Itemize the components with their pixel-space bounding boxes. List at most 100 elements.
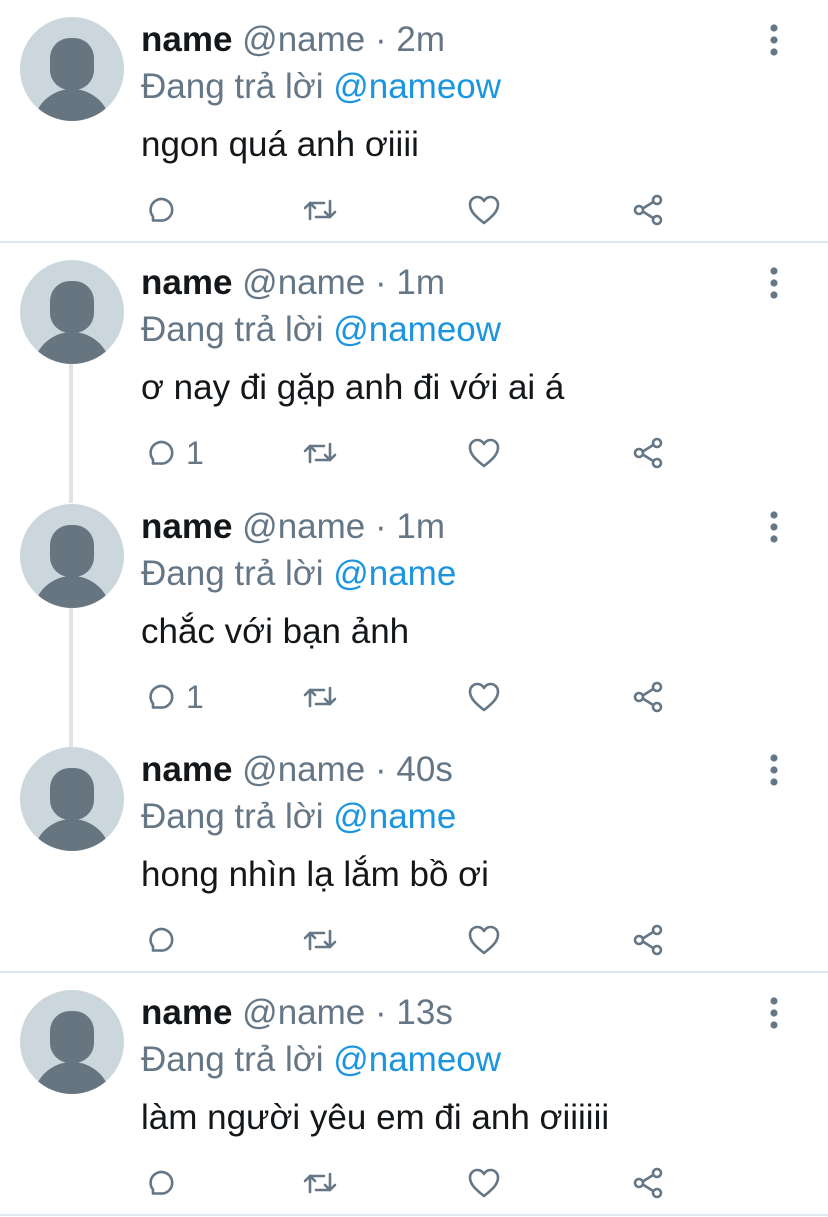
meta-separator: · (375, 20, 387, 59)
user-handle[interactable]: @name (242, 20, 365, 59)
replying-to: Đang trả lời @nameow (141, 308, 501, 352)
tweet-text: hong nhìn lạ lắm bồ ơi (141, 855, 489, 894)
reply-icon (149, 927, 174, 952)
retweet-icon (303, 1172, 337, 1194)
more-vertical-icon (770, 267, 778, 299)
user-handle[interactable]: @name (242, 263, 365, 302)
retweet-button[interactable] (300, 190, 340, 230)
default-avatar-icon (50, 768, 94, 820)
display-name[interactable]: name (141, 507, 232, 546)
like-button[interactable] (466, 920, 502, 960)
retweet-icon (303, 199, 337, 221)
mention-link[interactable]: @name (333, 797, 456, 836)
meta-separator: · (375, 993, 387, 1032)
avatar[interactable] (20, 747, 124, 851)
reply-count: 1 (186, 435, 204, 471)
more-options-button[interactable] (760, 263, 788, 303)
share-button[interactable] (630, 1163, 666, 1203)
thread-line (69, 361, 73, 503)
retweet-icon (303, 929, 337, 951)
tweet-header: name @name · 13s (141, 991, 453, 1035)
more-options-button[interactable] (760, 507, 788, 547)
more-options-button[interactable] (760, 993, 788, 1033)
heart-icon (468, 925, 500, 955)
avatar[interactable] (20, 990, 124, 1094)
reply-button[interactable] (140, 920, 186, 960)
mention-link[interactable]: @nameow (333, 67, 501, 106)
display-name[interactable]: name (141, 20, 232, 59)
meta-separator: · (375, 507, 387, 546)
share-button[interactable] (630, 920, 666, 960)
replying-to-label: Đang trả lời (141, 310, 324, 349)
replying-to: Đang trả lời @name (141, 552, 456, 596)
like-button[interactable] (466, 677, 502, 717)
avatar[interactable] (20, 260, 124, 364)
share-icon (633, 194, 663, 226)
more-vertical-icon (770, 997, 778, 1029)
mention-link[interactable]: @nameow (333, 310, 501, 349)
tweet[interactable]: name @name · 13s Đang trả lời @nameow là… (0, 973, 828, 1216)
retweet-button[interactable] (300, 677, 340, 717)
display-name[interactable]: name (141, 750, 232, 789)
reply-icon (149, 1170, 174, 1195)
tweet[interactable]: name @name · 40s Đang trả lời @name hong… (0, 730, 828, 973)
retweet-button[interactable] (300, 1163, 340, 1203)
share-icon (633, 437, 663, 469)
tweet[interactable]: name @name · 1m Đang trả lời @nameow ơ n… (0, 243, 828, 503)
mention-link[interactable]: @name (333, 554, 456, 593)
like-button[interactable] (466, 433, 502, 473)
action-bar: 1 (0, 433, 828, 473)
default-avatar-icon (50, 525, 94, 577)
replying-to-label: Đang trả lời (141, 67, 324, 106)
reply-button[interactable]: 1 (140, 677, 204, 717)
display-name[interactable]: name (141, 263, 232, 302)
replying-to-label: Đang trả lời (141, 554, 324, 593)
replying-to: Đang trả lời @nameow (141, 65, 501, 109)
avatar[interactable] (20, 504, 124, 608)
like-button[interactable] (466, 1163, 502, 1203)
avatar[interactable] (20, 17, 124, 121)
reply-button[interactable]: 1 (140, 433, 204, 473)
share-button[interactable] (630, 433, 666, 473)
retweet-button[interactable] (300, 920, 340, 960)
timestamp[interactable]: 1m (396, 507, 445, 546)
meta-separator: · (375, 750, 387, 789)
mention-link[interactable]: @nameow (333, 1040, 501, 1079)
heart-icon (468, 682, 500, 712)
tweet[interactable]: name @name · 1m Đang trả lời @name chắc … (0, 487, 828, 747)
default-avatar-icon (50, 38, 94, 90)
user-handle[interactable]: @name (242, 750, 365, 789)
default-avatar-icon (50, 281, 94, 333)
timestamp[interactable]: 1m (396, 263, 445, 302)
replying-to-label: Đang trả lời (141, 797, 324, 836)
share-button[interactable] (630, 190, 666, 230)
user-handle[interactable]: @name (242, 993, 365, 1032)
tweet-header: name @name · 1m (141, 261, 445, 305)
action-bar (0, 190, 828, 230)
thread-line (69, 605, 73, 747)
reply-button[interactable] (140, 190, 186, 230)
user-handle[interactable]: @name (242, 507, 365, 546)
replying-to: Đang trả lời @nameow (141, 1038, 501, 1082)
more-options-button[interactable] (760, 750, 788, 790)
action-bar (0, 920, 828, 960)
reply-icon (149, 197, 174, 222)
reply-timeline: name @name · 2m Đang trả lời @nameow ngo… (0, 0, 828, 1217)
timestamp[interactable]: 2m (396, 20, 445, 59)
action-bar: 1 (0, 677, 828, 717)
tweet-text: làm người yêu em đi anh ơiiiiii (141, 1098, 610, 1137)
reply-button[interactable] (140, 1163, 186, 1203)
share-button[interactable] (630, 677, 666, 717)
like-button[interactable] (466, 190, 502, 230)
tweet[interactable]: name @name · 2m Đang trả lời @nameow ngo… (0, 0, 828, 243)
retweet-button[interactable] (300, 433, 340, 473)
more-options-button[interactable] (760, 20, 788, 60)
replying-to-label: Đang trả lời (141, 1040, 324, 1079)
heart-icon (468, 195, 500, 225)
timestamp[interactable]: 13s (396, 993, 452, 1032)
share-icon (633, 681, 663, 713)
reply-count: 1 (186, 679, 204, 715)
share-icon (633, 924, 663, 956)
display-name[interactable]: name (141, 993, 232, 1032)
timestamp[interactable]: 40s (396, 750, 452, 789)
